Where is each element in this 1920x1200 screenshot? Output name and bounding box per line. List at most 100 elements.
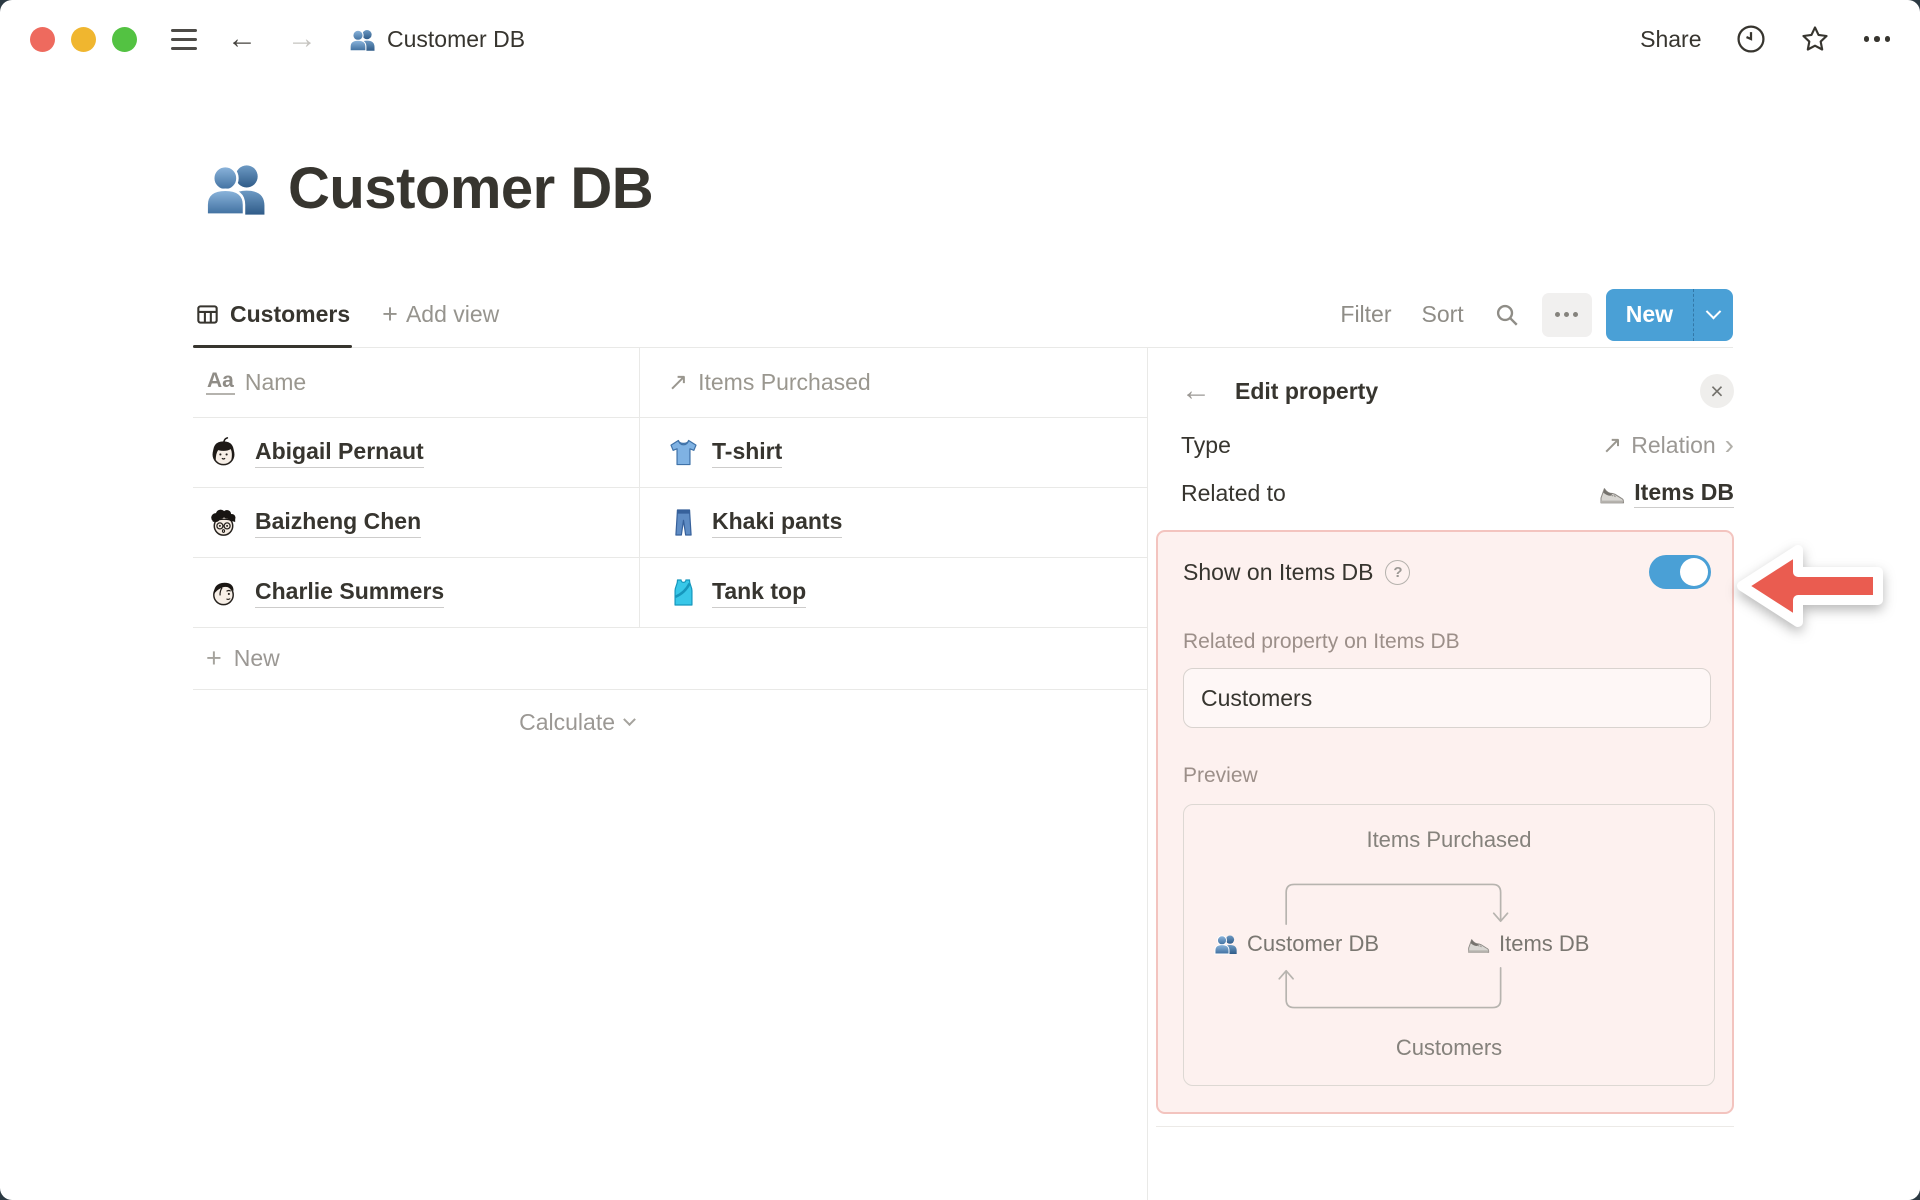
close-window-button[interactable] — [30, 26, 55, 52]
chevron-right-icon: › — [1724, 429, 1734, 460]
calculate-label: Calculate — [519, 708, 615, 735]
people-icon[interactable] — [204, 156, 268, 220]
item-link[interactable]: Tank top — [712, 578, 807, 608]
related-property-input[interactable] — [1183, 668, 1711, 728]
avatar-charlie — [206, 575, 241, 610]
column-label: Name — [244, 369, 307, 395]
sort-button[interactable]: Sort — [1422, 301, 1464, 328]
customer-name-link[interactable]: Baizheng Chen — [255, 508, 422, 538]
clock-icon[interactable] — [1736, 24, 1766, 54]
close-icon[interactable]: × — [1700, 374, 1734, 408]
customer-name-link[interactable]: Abigail Pernaut — [255, 438, 424, 468]
app-window: ← → Customer DB Share Customer DB Custom… — [0, 0, 1920, 1200]
title-property-icon: Aa — [206, 369, 235, 396]
sneaker-icon — [1466, 932, 1490, 956]
plus-icon: + — [206, 643, 222, 673]
back-arrow-icon[interactable]: ← — [227, 24, 257, 54]
add-view-label: Add view — [405, 301, 500, 327]
type-row[interactable]: Type ↗ Relation › — [1181, 422, 1734, 468]
database-table: Aa Name ↗ Items Purchased Abigail Pernau… — [193, 348, 1150, 754]
add-view-button[interactable]: + Add view — [382, 301, 499, 328]
customer-name-link[interactable]: Charlie Summers — [255, 578, 445, 608]
table-row: Baizheng Chen Khaki pants — [193, 488, 1150, 558]
preview-label: Preview — [1183, 764, 1258, 787]
filter-button[interactable]: Filter — [1340, 301, 1391, 328]
column-header-name[interactable]: Aa Name — [193, 348, 640, 417]
panel-header: ← Edit property × — [1181, 374, 1734, 408]
item-purchased-cell[interactable]: Tank top — [640, 558, 1150, 627]
help-icon[interactable]: ? — [1385, 559, 1411, 585]
sidebar-menu-icon[interactable] — [171, 28, 197, 50]
preview-customer-db-node: Customer DB — [1214, 931, 1379, 957]
item-purchased-cell[interactable]: Khaki pants — [640, 488, 1150, 557]
table-header-row: Aa Name ↗ Items Purchased — [193, 348, 1150, 418]
item-purchased-cell[interactable]: T-shirt — [640, 418, 1150, 487]
column-label: Items Purchased — [698, 369, 871, 395]
customer-cell[interactable]: Abigail Pernaut — [193, 418, 640, 487]
type-label: Type — [1181, 431, 1231, 458]
new-button[interactable]: New — [1606, 289, 1693, 341]
tab-customers[interactable]: Customers — [193, 282, 353, 348]
show-on-toggle[interactable] — [1649, 555, 1711, 589]
avatar-baizheng — [206, 505, 241, 540]
related-to-value: Items DB — [1634, 479, 1734, 508]
customer-cell[interactable]: Charlie Summers — [193, 558, 640, 627]
plus-icon: + — [382, 299, 398, 329]
show-on-label: Show on Items DB — [1183, 558, 1374, 585]
preview-node-label: Customer DB — [1247, 931, 1380, 956]
table-row: Abigail Pernaut T-shirt — [193, 418, 1150, 488]
new-button-group: New — [1605, 288, 1733, 341]
preview-top-label: Items Purchased — [1366, 827, 1532, 852]
new-row-button[interactable]: + New — [193, 628, 1150, 690]
tab-label: Customers — [230, 301, 351, 327]
show-on-items-db-section: Show on Items DB ? Related property on I… — [1156, 530, 1734, 1114]
page-title[interactable]: Customer DB — [288, 155, 654, 222]
customer-cell[interactable]: Baizheng Chen — [193, 488, 640, 557]
star-icon[interactable] — [1800, 24, 1830, 54]
traffic-lights — [30, 26, 137, 52]
chevron-down-icon — [623, 712, 636, 726]
tanktop-icon — [668, 577, 699, 608]
people-icon — [1214, 932, 1238, 956]
calculate-button[interactable]: Calculate — [193, 690, 640, 754]
new-button-label: New — [1625, 301, 1673, 327]
chevron-down-icon — [1705, 303, 1722, 320]
zoom-window-button[interactable] — [112, 26, 137, 52]
panel-divider — [1156, 1126, 1734, 1127]
preview-bottom-label: Customers — [1395, 1035, 1503, 1060]
share-button[interactable]: Share — [1640, 26, 1701, 53]
window-topbar: ← → Customer DB Share — [0, 0, 1920, 78]
ellipsis-icon[interactable] — [1863, 36, 1890, 42]
item-link[interactable]: T-shirt — [712, 438, 783, 468]
minimize-window-button[interactable] — [71, 26, 96, 52]
breadcrumb-label: Customer DB — [387, 25, 526, 52]
view-toolbar: Customers + Add view Filter Sort New — [193, 282, 1733, 348]
related-property-label: Related property on Items DB — [1183, 630, 1460, 653]
view-options-ellipsis-icon[interactable] — [1541, 292, 1592, 337]
edit-property-panel: ← Edit property × Type ↗ Relation › Rela… — [1147, 348, 1920, 1200]
preview-node-label: Items DB — [1499, 931, 1590, 956]
jeans-icon — [668, 507, 699, 538]
related-to-label: Related to — [1181, 479, 1286, 506]
people-icon — [349, 26, 376, 53]
toggle-knob — [1680, 558, 1708, 586]
forward-arrow-icon: → — [287, 22, 317, 55]
type-value: Relation — [1631, 431, 1716, 458]
table-body: Abigail Pernaut T-shirt Baizheng Chen Khaki… — [193, 418, 1150, 628]
sneaker-icon — [1598, 480, 1625, 507]
panel-back-arrow-icon[interactable]: ← — [1181, 376, 1211, 406]
relation-arrow-icon: ↗ — [668, 369, 689, 396]
column-header-items-purchased[interactable]: ↗ Items Purchased — [640, 348, 1150, 417]
annotation-arrow-icon — [1734, 540, 1884, 632]
breadcrumb[interactable]: Customer DB — [349, 26, 525, 53]
item-link[interactable]: Khaki pants — [712, 508, 843, 538]
search-icon[interactable] — [1494, 302, 1520, 328]
new-row-label: New — [233, 645, 280, 671]
panel-title: Edit property — [1235, 377, 1379, 404]
relation-preview-diagram: Items Purchased Customer DB Items DB Cus… — [1183, 804, 1715, 1086]
table-icon — [195, 302, 220, 327]
new-dropdown-button[interactable] — [1693, 288, 1733, 341]
related-to-row[interactable]: Related to Items DB — [1181, 470, 1734, 516]
preview-items-db-node: Items DB — [1466, 931, 1589, 957]
tshirt-icon — [668, 437, 699, 468]
